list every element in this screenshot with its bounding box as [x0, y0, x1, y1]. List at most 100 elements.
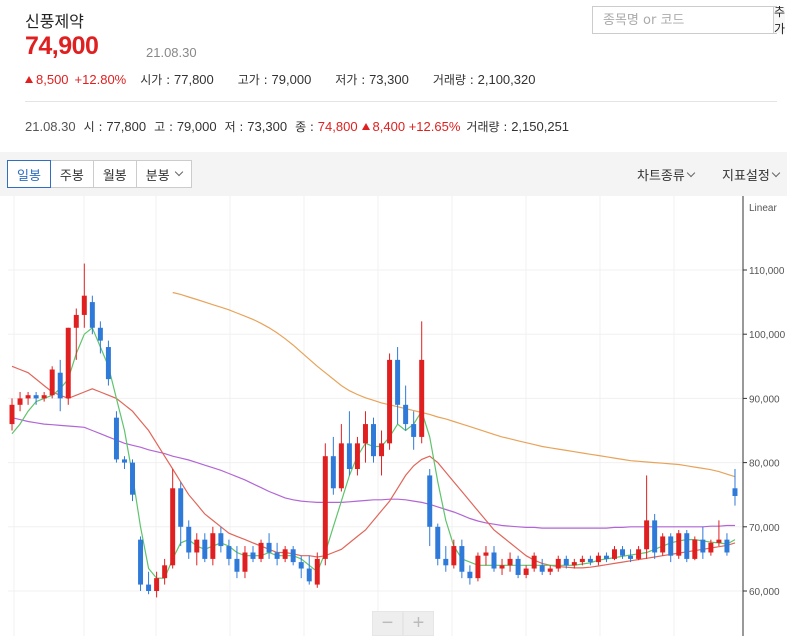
- open-value: 77,800: [174, 72, 214, 87]
- candle-body: [242, 552, 248, 572]
- candlestick-chart[interactable]: Linear 60,000 70,000 80,000 90,000 100,000 110…: [0, 196, 787, 636]
- candle-body: [435, 526, 441, 559]
- chart-type-menu[interactable]: 차트종류: [637, 165, 696, 184]
- candle: [523, 565, 529, 579]
- candle-body: [684, 533, 690, 559]
- zoom-out-button[interactable]: −: [372, 611, 403, 636]
- volume-value: 2,100,320: [477, 72, 536, 87]
- candle-body: [499, 565, 505, 569]
- candle: [539, 558, 545, 575]
- candle: [636, 546, 642, 561]
- candle-body: [322, 456, 328, 559]
- tab-daily[interactable]: 일봉: [7, 160, 51, 188]
- daily-low-label: 저 :: [224, 120, 248, 134]
- candle: [338, 424, 344, 492]
- candle-body: [81, 295, 87, 315]
- candle-body: [668, 536, 674, 556]
- candle: [379, 430, 385, 476]
- tab-monthly[interactable]: 월봉: [92, 160, 137, 188]
- candle-body: [154, 578, 160, 591]
- candle-body: [354, 443, 360, 470]
- price-date: 21.08.30: [146, 45, 197, 60]
- candle: [660, 533, 666, 556]
- candle: [700, 526, 706, 559]
- open-field: 시가 : 77,800: [140, 71, 214, 88]
- zoom-in-button[interactable]: +: [403, 611, 434, 636]
- candle: [282, 546, 288, 563]
- candle: [130, 459, 136, 502]
- candle-body: [258, 542, 264, 559]
- chart-area[interactable]: Linear 60,000 70,000 80,000 90,000 100,000 110…: [0, 196, 787, 636]
- candle: [475, 552, 481, 582]
- candle: [250, 546, 256, 563]
- chevron-down-icon: [174, 167, 183, 177]
- candle: [483, 546, 489, 566]
- candle-body: [234, 558, 240, 572]
- candle-body: [676, 533, 682, 556]
- candle-body: [379, 443, 385, 457]
- indicator-label: 지표설정: [722, 169, 770, 184]
- candle-body: [523, 568, 529, 575]
- candle-body: [89, 302, 95, 328]
- y-tick-label: 110,000: [749, 266, 785, 277]
- candle: [354, 436, 360, 476]
- candle: [724, 533, 730, 556]
- candle: [716, 520, 722, 547]
- low-value: 73,300: [369, 72, 409, 87]
- candle: [266, 533, 272, 559]
- candle: [491, 546, 497, 572]
- candle: [202, 533, 208, 563]
- y-tick-label: 100,000: [749, 330, 786, 341]
- scale-label: Linear: [749, 203, 777, 214]
- candle: [330, 436, 336, 495]
- candle: [146, 571, 152, 595]
- candle: [668, 533, 674, 563]
- add-button[interactable]: 추가: [773, 5, 786, 36]
- indicator-settings-menu[interactable]: 지표설정: [722, 165, 781, 184]
- candle: [467, 565, 473, 585]
- candle: [65, 327, 71, 405]
- candle: [138, 536, 144, 591]
- candle: [387, 353, 393, 450]
- candle: [258, 539, 264, 563]
- candle: [515, 555, 521, 579]
- candle-body: [451, 546, 457, 566]
- chart-type-label: 차트종류: [637, 169, 685, 184]
- candle-body: [210, 533, 216, 559]
- candle: [611, 546, 617, 561]
- candle: [218, 526, 224, 553]
- ma20-line: [11, 365, 736, 569]
- candle: [427, 469, 433, 547]
- search-input[interactable]: [593, 7, 773, 33]
- candle-body: [652, 520, 658, 553]
- daily-open-value: 77,800: [106, 119, 147, 134]
- chevron-down-icon: [686, 168, 696, 177]
- candle: [531, 552, 537, 572]
- candle: [676, 530, 682, 559]
- daily-open: 시 : 77,800: [84, 118, 146, 135]
- search-box: 추가: [592, 5, 786, 36]
- tab-weekly[interactable]: 주봉: [49, 160, 94, 188]
- candle-body: [346, 443, 352, 470]
- candle-body: [692, 539, 698, 559]
- daily-high-value: 79,000: [176, 119, 217, 134]
- candle-body: [146, 584, 152, 591]
- candle-body: [170, 488, 176, 566]
- tab-minute[interactable]: 분봉: [135, 160, 192, 188]
- candle-body: [539, 565, 545, 572]
- candle-body: [620, 549, 626, 556]
- candle: [162, 558, 168, 585]
- y-axis: Linear 60,000 70,000 80,000 90,000 100,000 110…: [742, 196, 786, 636]
- candle-body: [314, 558, 320, 585]
- candle: [186, 520, 192, 559]
- candle-body: [250, 552, 256, 559]
- candle-body: [298, 562, 304, 569]
- candle-body: [700, 539, 706, 553]
- summary-row: 8,500 +12.80% 시가 : 77,800 고가 : 79,000 저가…: [25, 71, 535, 88]
- candle-body: [732, 488, 738, 496]
- candle-body: [579, 558, 585, 563]
- candle-body: [121, 459, 127, 463]
- candle-body: [186, 526, 192, 553]
- candle-body: [467, 571, 473, 579]
- zoom-controls: − +: [372, 611, 434, 636]
